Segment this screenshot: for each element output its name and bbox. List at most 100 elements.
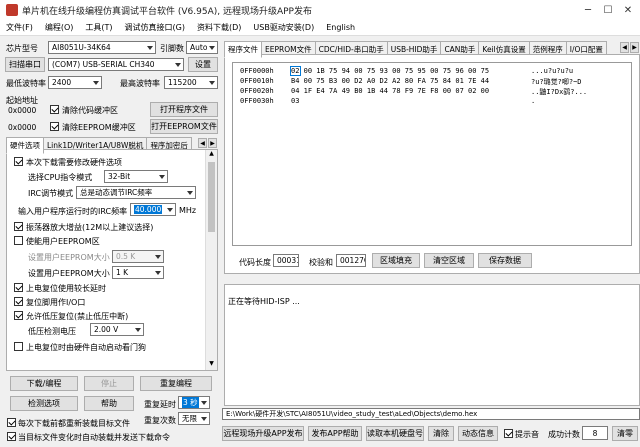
user-eeprom-checkbox[interactable] (14, 236, 23, 245)
hex-address: 0FF0030h (240, 97, 274, 105)
dynamic-info-button[interactable]: 动态信息 (458, 426, 498, 441)
scroll-down-icon[interactable]: ▼ (206, 360, 217, 370)
osc-gain-checkbox[interactable] (14, 222, 23, 231)
max-baud-select[interactable]: 115200 (164, 76, 218, 89)
scroll-thumb[interactable] (208, 162, 215, 232)
chip-model-select[interactable]: AI8051U-34K64 (48, 41, 156, 54)
lvd-reset-checkbox[interactable] (14, 311, 23, 320)
settings-button[interactable]: 设置 (188, 57, 218, 72)
fill-area-button[interactable]: 区域填充 (372, 253, 420, 268)
publish-help-button[interactable]: 发布APP帮助 (308, 426, 362, 441)
chevron-down-icon (187, 190, 193, 195)
remote-upgrade-button[interactable]: 远程现场升级APP发布 (222, 426, 304, 441)
hex-bytes[interactable]: 02 00 1B 75 94 00 75 93 00 75 95 00 75 9… (291, 67, 489, 75)
eeprom-address-field[interactable]: 0x0000 (5, 121, 45, 133)
modify-hw-checkbox[interactable] (14, 157, 23, 166)
chevron-down-icon (135, 327, 141, 332)
hex-address: 0FF0020h (240, 87, 274, 95)
eeprom-size-value: 0.5 K (116, 252, 136, 261)
tab-scroll-left-icon[interactable]: ◀ (198, 138, 207, 148)
reprogram-button[interactable]: 重复编程 (140, 376, 212, 391)
detect-options-button[interactable]: 检测选项 (10, 396, 78, 411)
max-baud-value: 115200 (168, 78, 197, 87)
code-address-field[interactable]: 0x0000 (5, 104, 45, 116)
read-disk-id-button[interactable]: 读取本机硬盘号 (366, 426, 424, 441)
irc-mode-label: IRC调节模式 (28, 189, 74, 198)
reset-pin-label: 复位脚用作I/O口 (26, 298, 86, 307)
clear-area-button[interactable]: 清空区域 (424, 253, 474, 268)
modify-hw-label: 本次下载需要修改硬件选项 (26, 158, 122, 167)
auto-load-label: 当目标文件变化时自动装载并发送下载命令 (18, 433, 170, 442)
reset-pin-checkbox[interactable] (14, 297, 23, 306)
serial-port-select[interactable]: (COM7) USB-SERIAL CH340 (48, 58, 184, 71)
help-button[interactable]: 帮助 (84, 396, 134, 411)
watchdog-checkbox[interactable] (14, 342, 23, 351)
options-scrollbar[interactable]: ▲ ▼ (205, 150, 217, 370)
hex-bytes[interactable]: 03 (291, 97, 299, 105)
repeat-delay-select[interactable]: 3 秒 (178, 396, 210, 409)
chevron-down-icon (147, 45, 153, 50)
hex-bytes[interactable]: 04 1F E4 7A 49 B0 1B 44 78 F9 7E F8 00 0… (291, 87, 489, 95)
clear-code-checkbox[interactable] (50, 105, 59, 114)
maximize-icon[interactable]: ☐ (598, 0, 618, 20)
pin-count-select[interactable]: Auto (186, 41, 218, 54)
code-length-field: 00031 (273, 254, 299, 267)
eeprom-size-label: 设置用户EEPROM大小 (28, 253, 110, 262)
open-eeprom-button[interactable]: 打开EEPROM文件 (150, 119, 218, 134)
menu-file[interactable]: 文件(F) (0, 22, 39, 33)
tab-scroll-left-icon[interactable]: ◀ (620, 42, 629, 53)
reload-checkbox[interactable] (7, 418, 16, 427)
menu-download[interactable]: 资料下载(D) (191, 22, 247, 33)
tab-scroll-right-icon[interactable]: ▶ (208, 138, 217, 148)
irc-freq-select[interactable]: 40.000 (130, 203, 176, 216)
checksum-field: 00127C (336, 254, 366, 267)
clear-eeprom-checkbox[interactable] (50, 122, 59, 131)
cpu-mode-select[interactable]: 32-Bit (104, 170, 168, 183)
repeat-count-select[interactable]: 无限 (178, 412, 210, 425)
pin-count-value: Auto (190, 43, 208, 52)
close-icon[interactable]: ✕ (618, 0, 638, 20)
power-on-delay-checkbox[interactable] (14, 283, 23, 292)
repeat-delay-value: 3 秒 (182, 397, 199, 408)
lvd-voltage-value: 2.00 V (94, 325, 119, 334)
hex-bytes[interactable]: B4 00 75 B3 00 D2 A0 D2 A2 80 FA 75 84 0… (291, 77, 489, 85)
menu-tools[interactable]: 工具(T) (79, 22, 118, 33)
chevron-down-icon (155, 270, 161, 275)
scan-port-button[interactable]: 扫描串口 (5, 57, 45, 72)
eeprom-size2-select[interactable]: 1 K (112, 266, 164, 279)
menu-program[interactable]: 编程(O) (39, 22, 80, 33)
menu-usb-driver[interactable]: USB驱动安装(D) (247, 22, 320, 33)
min-baud-select[interactable]: 2400 (48, 76, 102, 89)
menu-debug[interactable]: 调试仿真接口(G) (119, 22, 191, 33)
cpu-mode-value: 32-Bit (108, 172, 131, 181)
prompt-sound-label: 提示音 (515, 430, 539, 439)
eeprom-size2-label: 设置用户EEPROM大小 (28, 269, 110, 278)
reset-count-button[interactable]: 清零 (612, 426, 638, 441)
chip-model-label: 芯片型号 (6, 44, 38, 53)
success-count-label: 成功计数 (548, 430, 580, 439)
hex-ascii: ...u?u?u?u (531, 67, 574, 75)
scroll-up-icon[interactable]: ▲ (206, 150, 217, 160)
lvd-voltage-select[interactable]: 2.00 V (90, 323, 144, 336)
reload-label: 每次下载前都重新装载目标文件 (18, 419, 130, 428)
minimize-icon[interactable]: ─ (578, 0, 598, 20)
tab-hardware-options[interactable]: 硬件选项 (6, 137, 44, 154)
irc-freq-label: 输入用户程序运行时的IRC频率 (18, 207, 128, 216)
clear-button[interactable]: 清除 (428, 426, 454, 441)
eeprom-size-select[interactable]: 0.5 K (112, 250, 164, 263)
download-program-button[interactable]: 下载/编程 (10, 376, 78, 391)
menu-english[interactable]: English (320, 23, 361, 32)
stop-button[interactable]: 停止 (84, 376, 134, 391)
save-data-button[interactable]: 保存数据 (478, 253, 532, 268)
tab-scroll-right-icon[interactable]: ▶ (630, 42, 639, 53)
open-program-button[interactable]: 打开程序文件 (150, 102, 218, 117)
prompt-sound-checkbox[interactable] (504, 429, 513, 438)
irc-mode-select[interactable]: 总是动态调节IRC频率 (76, 186, 196, 199)
tab-program-file[interactable]: 程序文件 (224, 41, 262, 58)
repeat-count-value: 无限 (182, 414, 197, 423)
auto-load-checkbox[interactable] (7, 432, 16, 441)
lvd-voltage-label: 低压检测电压 (28, 327, 76, 336)
irc-freq-unit: MHz (179, 206, 197, 215)
repeat-count-label: 重复次数 (144, 416, 176, 425)
chevron-down-icon (159, 174, 165, 179)
